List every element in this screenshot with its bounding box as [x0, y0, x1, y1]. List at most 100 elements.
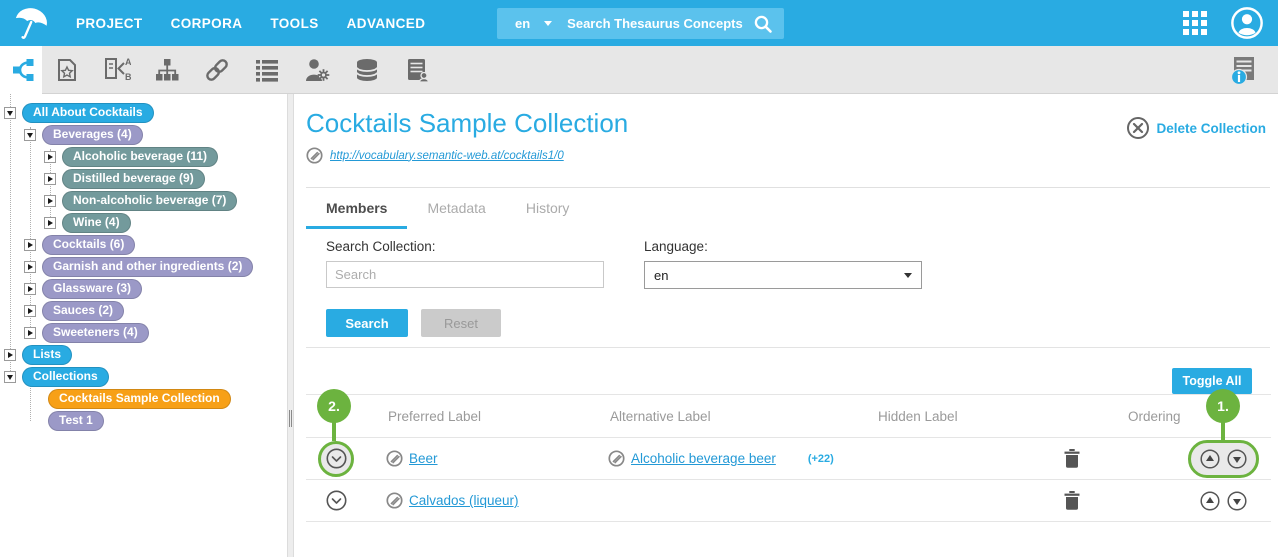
tree-expand-icon[interactable] — [4, 349, 16, 361]
table-row: Calvados (liqueur) — [306, 480, 1271, 522]
document-star-button[interactable] — [42, 46, 92, 94]
expand-row-icon[interactable] — [326, 490, 347, 511]
server-user-button[interactable] — [392, 46, 442, 94]
tab-history[interactable]: History — [506, 188, 590, 229]
annotation-stem — [1221, 421, 1225, 441]
user-settings-button[interactable] — [292, 46, 342, 94]
tree-item-lists[interactable]: Lists — [0, 344, 287, 366]
move-up-icon[interactable] — [1200, 491, 1220, 511]
trash-icon[interactable] — [1064, 449, 1080, 468]
sitemap-button[interactable] — [142, 46, 192, 94]
preferred-label-link[interactable]: Beer — [409, 451, 438, 466]
link-button[interactable] — [192, 46, 242, 94]
tree-item-non-alcoholic-beverage[interactable]: Non-alcoholic beverage (7) — [0, 190, 287, 212]
row-expand-highlight — [318, 441, 354, 477]
collection-detail-panel: Cocktails Sample Collection Delete Colle… — [294, 94, 1278, 557]
tree-collapse-icon[interactable] — [4, 371, 16, 383]
tree-item-beverages[interactable]: Beverages (4) — [0, 124, 287, 146]
move-down-icon[interactable] — [1227, 449, 1247, 469]
tree-expand-icon[interactable] — [44, 195, 56, 207]
search-collection-input[interactable] — [326, 261, 604, 288]
tree-expand-icon[interactable] — [44, 173, 56, 185]
language-select[interactable]: en — [644, 261, 922, 289]
delete-collection-label: Delete Collection — [1156, 121, 1266, 136]
move-up-icon[interactable] — [1200, 449, 1220, 469]
table-row: Beer Alcoholic beverage beer (+22) — [306, 438, 1271, 480]
tree-collapse-icon[interactable] — [4, 107, 16, 119]
column-alternative-label: Alternative Label — [588, 409, 856, 424]
user-avatar-icon[interactable] — [1230, 6, 1264, 40]
tree-expand-icon[interactable] — [24, 283, 36, 295]
ordering-controls — [1188, 482, 1259, 520]
menu-tools[interactable]: TOOLS — [256, 16, 332, 31]
search-button[interactable]: Search — [326, 309, 408, 337]
edit-pencil-icon[interactable] — [608, 450, 625, 467]
reset-button[interactable]: Reset — [421, 309, 501, 337]
tree-expand-icon[interactable] — [24, 239, 36, 251]
tree-leaf-spacer — [24, 393, 42, 405]
info-document-button[interactable] — [1216, 46, 1266, 94]
chevron-down-icon[interactable] — [544, 21, 552, 26]
translate-ab-button[interactable]: A B — [92, 46, 142, 94]
main-menu: PROJECT CORPORA TOOLS ADVANCED — [62, 16, 439, 31]
tree-expand-icon[interactable] — [24, 327, 36, 339]
more-labels-badge[interactable]: (+22) — [808, 453, 834, 465]
concept-tree-button[interactable] — [0, 46, 42, 94]
ordering-highlight — [1188, 440, 1259, 478]
annotation-balloon-2: 2. — [317, 389, 351, 423]
tree-item-glassware[interactable]: Glassware (3) — [0, 278, 287, 300]
tree-item-all-about-cocktails[interactable]: All About Cocktails — [0, 102, 287, 124]
tree-item-test-1[interactable]: Test 1 — [0, 410, 287, 432]
menu-project[interactable]: PROJECT — [62, 16, 157, 31]
edit-pencil-icon[interactable] — [386, 450, 403, 467]
tree-item-cocktails-sample-collection[interactable]: Cocktails Sample Collection — [0, 388, 287, 410]
tree-item-cocktails[interactable]: Cocktails (6) — [0, 234, 287, 256]
collection-uri-link[interactable]: http://vocabulary.semantic-web.at/cockta… — [330, 150, 564, 162]
tree-item-sweeteners[interactable]: Sweeteners (4) — [0, 322, 287, 344]
thesaurus-search-box[interactable]: en Search Thesaurus Concepts — [497, 8, 784, 39]
tree-expand-icon[interactable] — [44, 217, 56, 229]
svg-text:A: A — [125, 57, 131, 67]
search-placeholder[interactable]: Search Thesaurus Concepts — [567, 16, 743, 31]
tree-item-collections[interactable]: Collections — [0, 366, 287, 388]
top-navigation-bar: PROJECT CORPORA TOOLS ADVANCED en Search… — [0, 0, 1278, 46]
column-hidden-label: Hidden Label — [856, 409, 1028, 424]
search-language-select[interactable]: en — [515, 16, 530, 31]
database-button[interactable] — [342, 46, 392, 94]
alternative-label-link[interactable]: Alcoholic beverage beer — [631, 451, 776, 466]
tree-item-alcoholic-beverage[interactable]: Alcoholic beverage (11) — [0, 146, 287, 168]
poolparty-logo[interactable] — [0, 4, 62, 42]
tree-collapse-icon[interactable] — [24, 129, 36, 141]
delete-collection-button[interactable]: Delete Collection — [1126, 116, 1266, 140]
delete-circle-x-icon — [1126, 116, 1150, 140]
search-icon[interactable] — [753, 14, 773, 34]
tree-item-wine[interactable]: Wine (4) — [0, 212, 287, 234]
language-select-value: en — [654, 268, 668, 283]
expand-row-icon[interactable] — [326, 448, 347, 469]
tree-leaf-spacer — [24, 415, 42, 427]
tree-item-distilled-beverage[interactable]: Distilled beverage (9) — [0, 168, 287, 190]
tree-item-garnish[interactable]: Garnish and other ingredients (2) — [0, 256, 287, 278]
list-button[interactable] — [242, 46, 292, 94]
edit-pencil-icon[interactable] — [386, 492, 403, 509]
tab-members[interactable]: Members — [306, 188, 407, 229]
annotation-balloon-1: 1. — [1206, 389, 1240, 423]
menu-corpora[interactable]: CORPORA — [157, 16, 257, 31]
tree-expand-icon[interactable] — [24, 305, 36, 317]
splitter-grip-icon[interactable] — [289, 410, 292, 427]
toggle-all-button[interactable]: Toggle All — [1172, 368, 1252, 394]
tree-expand-icon[interactable] — [44, 151, 56, 163]
menu-advanced[interactable]: ADVANCED — [333, 16, 440, 31]
trash-icon[interactable] — [1064, 491, 1080, 510]
tree-item-sauces[interactable]: Sauces (2) — [0, 300, 287, 322]
tree-expand-icon[interactable] — [24, 261, 36, 273]
annotation-stem — [332, 421, 336, 441]
preferred-label-link[interactable]: Calvados (liqueur) — [409, 493, 519, 508]
edit-pencil-icon[interactable] — [306, 147, 323, 164]
app-grid-icon[interactable] — [1182, 10, 1208, 36]
move-down-icon[interactable] — [1227, 491, 1247, 511]
tab-metadata[interactable]: Metadata — [407, 188, 505, 229]
language-label: Language: — [644, 239, 922, 254]
sidebar-splitter[interactable] — [287, 94, 294, 557]
row-expand-wrap — [318, 483, 354, 519]
